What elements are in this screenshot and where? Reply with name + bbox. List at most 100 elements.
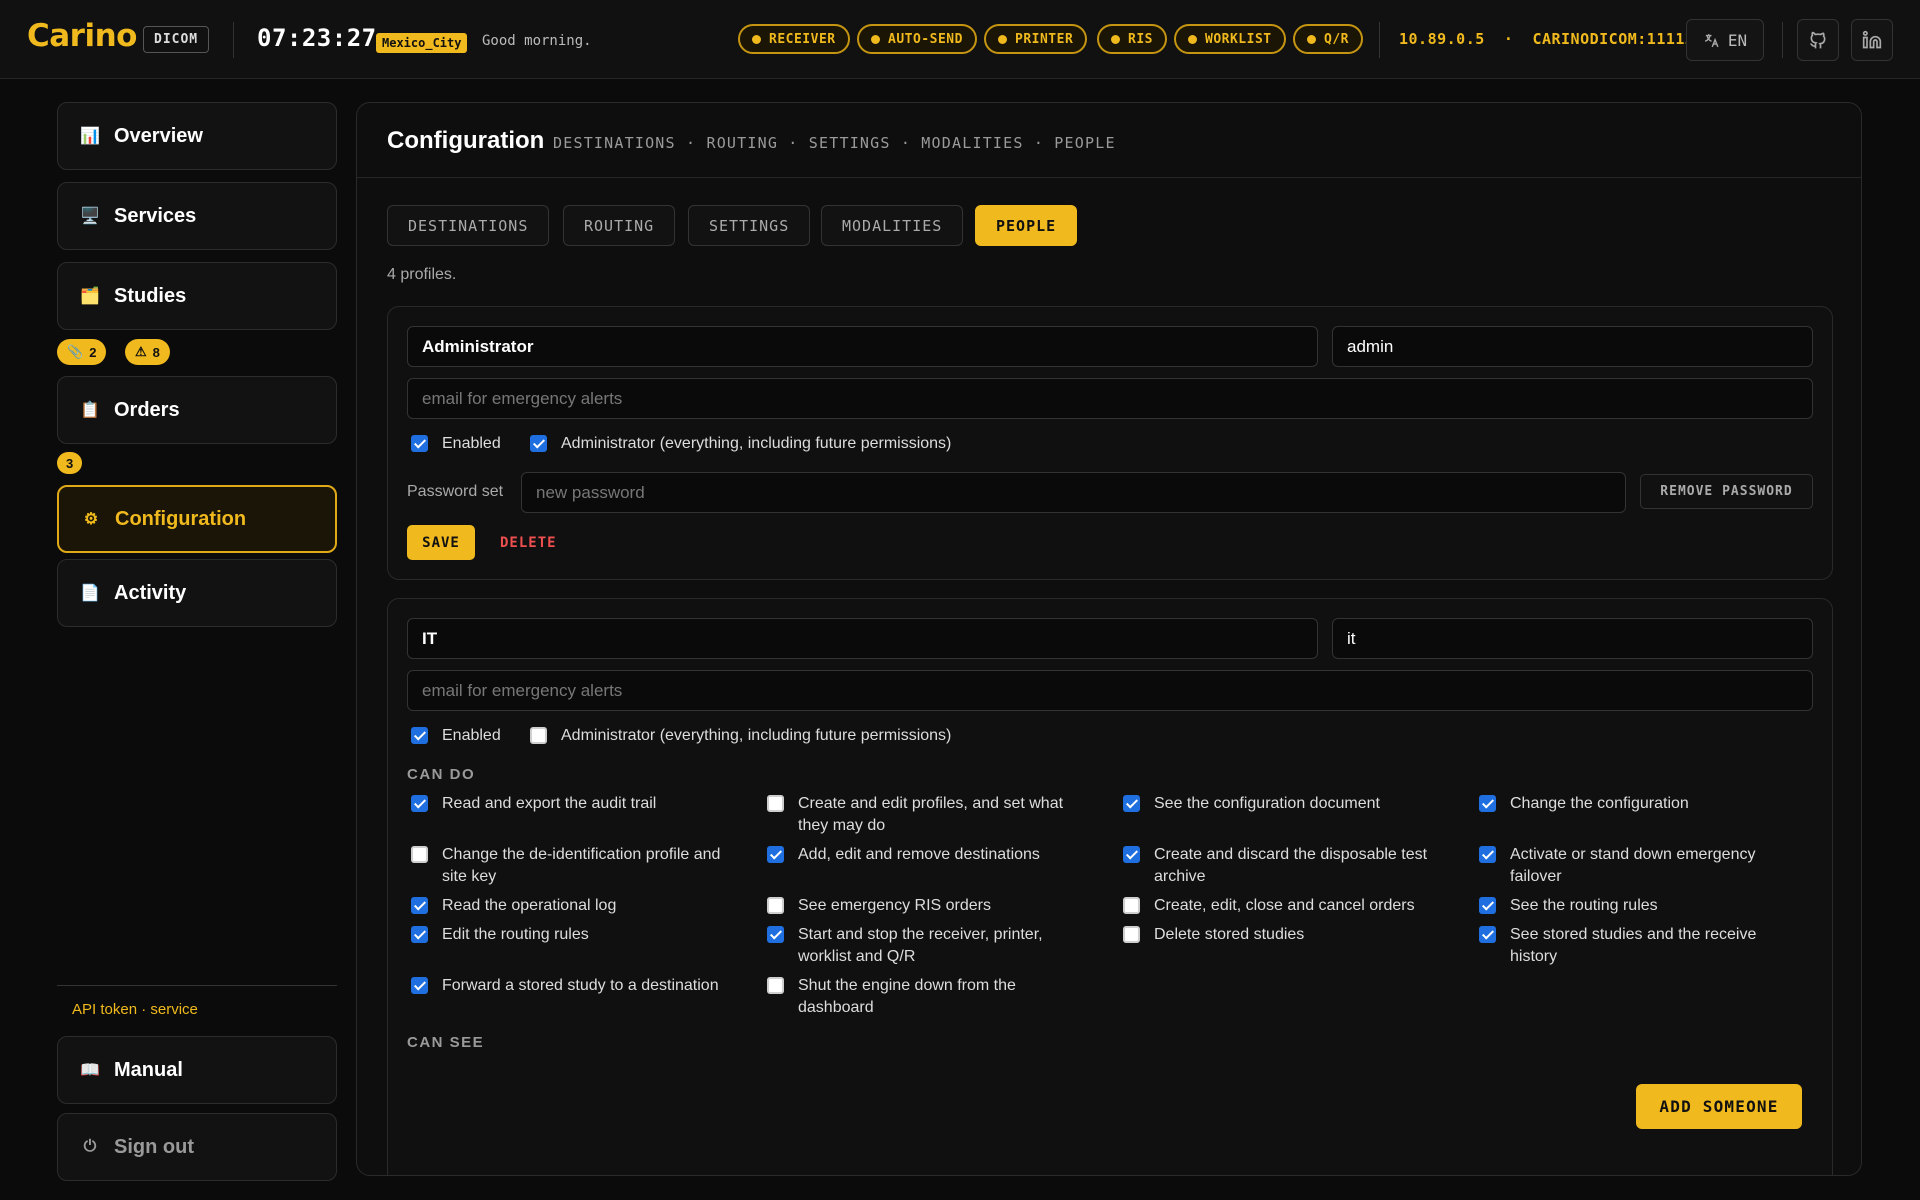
sidebar-item-orders[interactable]: 📋 Orders bbox=[57, 376, 337, 444]
permission-checkbox[interactable]: Create and edit profiles, and set what t… bbox=[767, 793, 1088, 837]
permission-label: Shut the engine down from the dashboard bbox=[798, 977, 1016, 1016]
sidebar-item-activity[interactable]: 📄 Activity bbox=[57, 559, 337, 627]
permission-checkbox[interactable]: Forward a stored study to a destination bbox=[411, 975, 732, 997]
permission-label: Start and stop the receiver, printer, wo… bbox=[798, 926, 1043, 965]
permission-checkbox[interactable]: Delete stored studies bbox=[1123, 924, 1444, 946]
permission-checkbox[interactable]: Activate or stand down emergency failove… bbox=[1479, 844, 1800, 888]
profiles-count: 4 profiles. bbox=[387, 266, 457, 283]
checkbox-unchecked-icon[interactable] bbox=[1123, 897, 1140, 914]
profile-username-field[interactable]: it bbox=[1332, 618, 1813, 659]
checkbox-checked-icon[interactable] bbox=[411, 435, 428, 452]
enabled-checkbox[interactable]: Enabled bbox=[411, 433, 501, 455]
permission-checkbox[interactable]: Create, edit, close and cancel orders bbox=[1123, 895, 1444, 917]
permission-label: Read and export the audit trail bbox=[442, 795, 657, 812]
checkbox-checked-icon[interactable] bbox=[1479, 795, 1496, 812]
permission-label: Change the configuration bbox=[1510, 795, 1689, 812]
email-field[interactable]: email for emergency alerts bbox=[407, 378, 1813, 419]
checkbox-unchecked-icon[interactable] bbox=[767, 977, 784, 994]
linkedin-button[interactable] bbox=[1851, 19, 1893, 61]
permission-checkbox[interactable]: Change the configuration bbox=[1479, 793, 1800, 815]
enabled-checkbox[interactable]: Enabled bbox=[411, 725, 501, 747]
language-button[interactable]: EN bbox=[1686, 19, 1764, 61]
permission-checkbox[interactable]: See stored studies and the receive histo… bbox=[1479, 924, 1800, 968]
administrator-checkbox[interactable]: Administrator (everything, including fut… bbox=[530, 725, 951, 747]
service-printer[interactable]: PRINTER bbox=[984, 24, 1088, 54]
service-qr[interactable]: Q/R bbox=[1293, 24, 1363, 54]
sign-out-button[interactable]: ⏻ Sign out bbox=[57, 1113, 337, 1181]
timezone-badge: Mexico_City bbox=[376, 33, 468, 53]
delete-button[interactable]: DELETE bbox=[500, 535, 557, 551]
status-dot-icon bbox=[752, 34, 761, 44]
sidebar-item-overview[interactable]: 📊 Overview bbox=[57, 102, 337, 170]
checkbox-checked-icon[interactable] bbox=[1479, 846, 1496, 863]
profile-name-field[interactable]: IT bbox=[407, 618, 1318, 659]
administrator-checkbox[interactable]: Administrator (everything, including fut… bbox=[530, 433, 951, 455]
permission-label: See the routing rules bbox=[1510, 897, 1658, 914]
service-worklist[interactable]: WORKLIST bbox=[1174, 24, 1286, 54]
orders-count-badge[interactable]: 3 bbox=[57, 452, 83, 474]
tab-destinations[interactable]: DESTINATIONS bbox=[387, 205, 550, 246]
checkbox-unchecked-icon[interactable] bbox=[767, 795, 784, 812]
sidebar-item-studies[interactable]: 🗂️ Studies bbox=[57, 262, 337, 330]
permission-label: Delete stored studies bbox=[1154, 926, 1305, 943]
email-field[interactable]: email for emergency alerts bbox=[407, 670, 1813, 711]
checkbox-unchecked-icon[interactable] bbox=[1123, 926, 1140, 943]
checkbox-checked-icon[interactable] bbox=[411, 795, 428, 812]
new-password-field[interactable]: new password bbox=[521, 472, 1626, 513]
tab-settings[interactable]: SETTINGS bbox=[688, 205, 811, 246]
permission-checkbox[interactable]: Edit the routing rules bbox=[411, 924, 732, 946]
studies-attachment-badge[interactable]: 📎 2 bbox=[57, 339, 107, 365]
permission-label: Create and edit profiles, and set what t… bbox=[798, 795, 1064, 834]
permission-checkbox[interactable]: Shut the engine down from the dashboard bbox=[767, 975, 1088, 1019]
profile-username-field[interactable]: admin bbox=[1332, 326, 1813, 367]
github-icon bbox=[1810, 31, 1826, 49]
book-icon: 📖 bbox=[80, 1062, 100, 1079]
checkbox-unchecked-icon[interactable] bbox=[411, 846, 428, 863]
checkbox-checked-icon[interactable] bbox=[1479, 897, 1496, 914]
profile-card-administrator: Administrator admin email for emergency … bbox=[387, 306, 1833, 580]
github-button[interactable] bbox=[1797, 19, 1839, 61]
profile-name-field[interactable]: Administrator bbox=[407, 326, 1318, 367]
checkbox-checked-icon[interactable] bbox=[411, 897, 428, 914]
service-receiver[interactable]: RECEIVER bbox=[738, 24, 850, 54]
checkbox-checked-icon[interactable] bbox=[1123, 795, 1140, 812]
status-dot-icon bbox=[871, 34, 880, 44]
checkbox-checked-icon[interactable] bbox=[411, 727, 428, 744]
api-token-link[interactable]: API token · service bbox=[72, 1001, 198, 1018]
permission-checkbox[interactable]: Start and stop the receiver, printer, wo… bbox=[767, 924, 1088, 968]
manual-button[interactable]: 📖 Manual bbox=[57, 1036, 337, 1104]
permission-checkbox[interactable]: Read the operational log bbox=[411, 895, 732, 917]
checkbox-checked-icon[interactable] bbox=[767, 926, 784, 943]
checkbox-checked-icon[interactable] bbox=[411, 926, 428, 943]
checkbox-checked-icon[interactable] bbox=[1479, 926, 1496, 943]
studies-warning-badge[interactable]: ⚠ 8 bbox=[125, 339, 170, 365]
page-subtitle: DESTINATIONS · ROUTING · SETTINGS · MODA… bbox=[553, 134, 1116, 152]
add-someone-button[interactable]: ADD SOMEONE bbox=[1636, 1084, 1802, 1129]
header-divider bbox=[1379, 22, 1380, 58]
permission-checkbox[interactable]: See emergency RIS orders bbox=[767, 895, 1088, 917]
can-see-heading: CAN SEE bbox=[407, 1034, 485, 1051]
sidebar-item-configuration[interactable]: ⚙ Configuration bbox=[57, 485, 337, 553]
permission-label: See emergency RIS orders bbox=[798, 897, 991, 914]
checkbox-unchecked-icon[interactable] bbox=[530, 727, 547, 744]
checkbox-checked-icon[interactable] bbox=[767, 846, 784, 863]
save-button[interactable]: SAVE bbox=[407, 525, 475, 560]
checkbox-checked-icon[interactable] bbox=[411, 977, 428, 994]
service-ris[interactable]: RIS bbox=[1097, 24, 1167, 54]
tab-people[interactable]: PEOPLE bbox=[975, 205, 1078, 246]
checkbox-unchecked-icon[interactable] bbox=[767, 897, 784, 914]
permission-checkbox[interactable]: Add, edit and remove destinations bbox=[767, 844, 1088, 866]
permission-checkbox[interactable]: Change the de-identification profile and… bbox=[411, 844, 732, 888]
service-auto-send[interactable]: AUTO-SEND bbox=[857, 24, 977, 54]
checkbox-checked-icon[interactable] bbox=[530, 435, 547, 452]
checkbox-checked-icon[interactable] bbox=[1123, 846, 1140, 863]
tab-routing[interactable]: ROUTING bbox=[563, 205, 676, 246]
permission-checkbox[interactable]: Read and export the audit trail bbox=[411, 793, 732, 815]
sidebar-item-services[interactable]: 🖥️ Services bbox=[57, 182, 337, 250]
permission-label: See stored studies and the receive histo… bbox=[1510, 926, 1757, 965]
remove-password-button[interactable]: REMOVE PASSWORD bbox=[1640, 474, 1813, 509]
permission-checkbox[interactable]: See the routing rules bbox=[1479, 895, 1800, 917]
tab-modalities[interactable]: MODALITIES bbox=[821, 205, 964, 246]
permission-checkbox[interactable]: Create and discard the disposable test a… bbox=[1123, 844, 1444, 888]
permission-checkbox[interactable]: See the configuration document bbox=[1123, 793, 1444, 815]
